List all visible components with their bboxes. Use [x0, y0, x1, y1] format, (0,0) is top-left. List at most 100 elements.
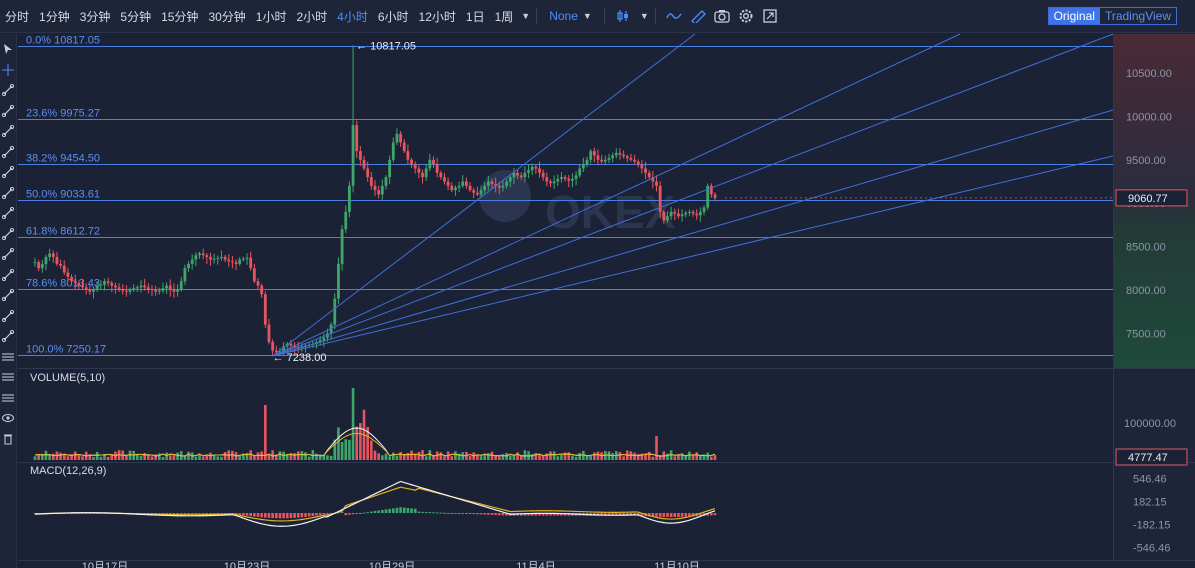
volume-bar	[450, 456, 454, 460]
macd-bar	[179, 513, 183, 515]
volume-bar	[150, 456, 154, 460]
volume-bar	[216, 456, 220, 460]
macd-tick-label: 182.15	[1133, 497, 1167, 509]
fib-level-label: 61.8% 8612.72	[26, 226, 100, 238]
macd-bar	[710, 513, 713, 516]
volume-bar	[73, 451, 77, 460]
candle-body	[348, 185, 351, 212]
macd-bar	[282, 513, 285, 519]
candle-body	[530, 166, 534, 171]
macd-bar	[413, 508, 417, 513]
candle-body	[702, 207, 706, 212]
candle-body	[472, 190, 476, 193]
candle-body	[424, 168, 428, 178]
volume-bar	[344, 439, 348, 460]
volume-bar	[307, 456, 311, 460]
volume-bar	[487, 453, 490, 460]
volume-bar	[209, 452, 212, 460]
macd-bar	[355, 513, 359, 514]
candle-body	[81, 285, 84, 288]
macd-bar	[417, 511, 421, 513]
volume-bar	[574, 456, 578, 460]
macd-bar	[476, 513, 479, 515]
macd-bar	[373, 511, 377, 513]
candle-body	[238, 259, 242, 264]
macd-bar	[322, 513, 326, 515]
volume-bars	[33, 388, 717, 460]
volume-bar	[578, 452, 582, 460]
macd-bar	[278, 513, 282, 519]
volume-bar	[556, 456, 560, 460]
macd-bar	[479, 513, 483, 515]
volume-bar	[77, 455, 81, 460]
macd-bar	[165, 513, 168, 514]
macd-bar	[384, 509, 388, 513]
candle-body	[421, 172, 424, 178]
macd-bar	[406, 507, 410, 513]
candle-body	[183, 268, 187, 282]
candle-body	[505, 181, 509, 186]
macd-bar	[300, 513, 304, 518]
candle-body	[475, 192, 479, 195]
candle-body	[560, 177, 563, 179]
macd-bar	[198, 513, 201, 515]
candle-body	[135, 287, 139, 289]
volume-bar	[413, 454, 417, 460]
volume-bar	[304, 452, 307, 460]
candle-body	[684, 212, 688, 215]
macd-bar	[209, 513, 212, 515]
candle-body	[132, 288, 136, 290]
volume-bar	[285, 454, 289, 460]
macd-bar	[454, 513, 457, 514]
candle-body	[410, 159, 413, 165]
volume-bar	[168, 455, 172, 460]
volume-bar	[201, 456, 205, 460]
macd-bar	[256, 513, 260, 517]
candle-body	[552, 181, 556, 184]
macd-bar	[424, 511, 428, 513]
macd-bar	[461, 513, 465, 514]
macd-bar	[472, 513, 476, 515]
volume-bar	[106, 456, 110, 460]
volume-bar	[377, 453, 380, 460]
volume-bar	[699, 455, 702, 460]
volume-bar	[713, 455, 717, 460]
candle-body	[633, 159, 636, 162]
candle-body	[95, 285, 99, 290]
candle-body	[51, 253, 55, 257]
chart-canvas[interactable]: OKEX7500.008000.008500.009000.009500.001…	[0, 0, 1195, 568]
macd-bar	[377, 510, 380, 513]
fan-lines	[272, 33, 1114, 357]
volume-bar	[373, 450, 377, 460]
candle-body	[614, 152, 618, 156]
volume-bar	[596, 451, 600, 460]
candle-body	[256, 281, 260, 286]
candle-body	[607, 158, 611, 160]
macd-bar	[713, 513, 717, 516]
candle-body	[538, 168, 541, 173]
candle-body	[201, 253, 205, 256]
candle-body	[33, 262, 37, 264]
macd-bar	[490, 513, 494, 515]
candle-body	[380, 185, 384, 195]
volume-bar	[589, 456, 592, 460]
macd-bar	[351, 513, 355, 515]
candle-body	[179, 281, 183, 290]
volume-bar	[571, 455, 574, 460]
macd-bar	[399, 507, 402, 513]
macd-tick-label: -546.46	[1133, 542, 1170, 554]
price-tick-label: 7500.00	[1126, 328, 1166, 340]
volume-bar	[264, 405, 267, 460]
candle-body	[527, 170, 530, 173]
candle-body	[695, 213, 699, 216]
candle-body	[589, 151, 593, 160]
macd-bar	[381, 509, 384, 513]
macd-bar	[348, 513, 351, 515]
candle-body	[454, 187, 457, 191]
candle-body	[603, 159, 607, 162]
price-tick-label: 8500.00	[1126, 242, 1166, 254]
macd-bar	[498, 513, 501, 516]
candle-body	[337, 263, 340, 299]
macd-bar	[289, 513, 293, 519]
candle-body	[70, 276, 73, 282]
